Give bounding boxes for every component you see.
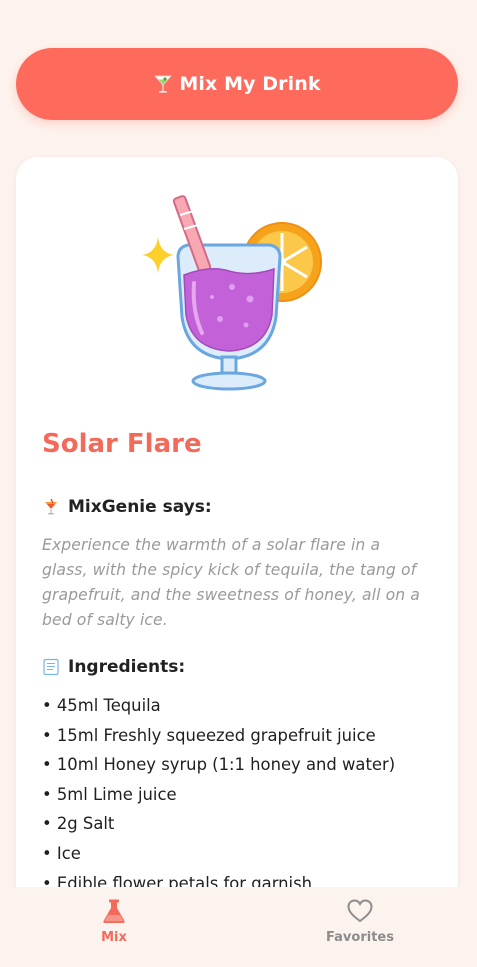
cocktail-illustration <box>142 195 322 391</box>
ingredient-item: • Ice <box>42 843 81 863</box>
bottom-tab-bar: Mix Favorites <box>0 887 477 967</box>
sparkle-icon <box>142 237 174 273</box>
cocktail-glass-icon <box>153 73 173 95</box>
ingredient-item: • 2g Salt <box>42 814 115 834</box>
tab-favorites[interactable]: Favorites <box>300 897 420 957</box>
ingredients-heading: Ingredients: <box>42 657 185 677</box>
tropical-drink-icon <box>42 498 60 516</box>
ingredient-item: • 10ml Honey syrup (1:1 honey and water) <box>42 755 396 775</box>
drink-card: Solar Flare MixGenie says: Experience th… <box>16 157 458 937</box>
tab-mix[interactable]: Mix <box>54 897 174 957</box>
drink-description: Experience the warmth of a solar flare i… <box>42 536 420 629</box>
drink-title: Solar Flare <box>42 429 202 459</box>
mixgenie-says-heading: MixGenie says: <box>42 497 212 517</box>
flask-icon <box>100 897 128 925</box>
mixgenie-says-label: MixGenie says: <box>68 497 212 517</box>
mix-my-drink-label: Mix My Drink <box>179 73 321 95</box>
heart-icon <box>346 897 374 925</box>
ingredient-item: • 5ml Lime juice <box>42 784 177 804</box>
ingredient-item: • 45ml Tequila <box>42 696 161 715</box>
ingredients-label: Ingredients: <box>68 657 186 677</box>
ingredients-list: • 45ml Tequila • 15ml Freshly squeezed g… <box>42 691 395 898</box>
mix-my-drink-button[interactable]: Mix My Drink <box>16 48 458 120</box>
tab-favorites-label: Favorites <box>326 930 394 945</box>
app-screen: Mix My Drink Solar Flare MixGenie says: … <box>0 0 477 967</box>
receipt-icon <box>42 658 60 676</box>
tab-mix-label: Mix <box>101 930 127 945</box>
ingredient-item: • 15ml Freshly squeezed grapefruit juice <box>42 725 376 745</box>
